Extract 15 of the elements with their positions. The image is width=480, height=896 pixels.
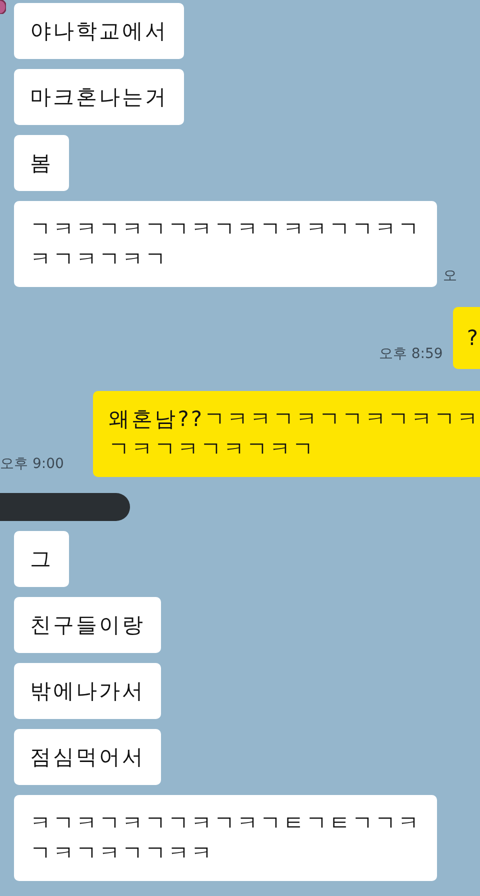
message-bubble: 봄 xyxy=(14,135,69,191)
message-bubble: 야나학교에서 xyxy=(14,3,184,59)
message-bubble: 친구들이랑 xyxy=(14,597,161,653)
message-bubble: 왜혼남??ㄱㅋㅋㄱㅋㄱㄱㅋㄱㅋㄱㅋ ㄱㅋㄱㅋㄱㅋㄱㅋㄱ xyxy=(92,391,480,477)
timestamp: 오 xyxy=(443,267,457,285)
timestamp: 오후 9:00 xyxy=(0,455,64,473)
message-bubble: ㄱㅋㅋㄱㅋㄱㄱㅋㄱㅋㄱㅋㅋㄱㄱㅋㄱ ㅋㄱㅋㄱㅋㄱ xyxy=(14,201,437,287)
message-bubble: 마크혼나는거 xyxy=(14,69,184,125)
message-bubble: ? xyxy=(452,307,480,369)
timestamp: 오후 8:59 xyxy=(378,345,443,363)
message-bubble: ㅋㄱㅋㄱㅋㄱㄱㅋㄱㅋㄱㅌㄱㅌㄱㄱㅋ ㄱㅋㄱㅋㄱㄱㅋㅋ xyxy=(14,795,437,881)
message-bubble: 점심먹어서 xyxy=(14,729,161,785)
message-bubble: 그 xyxy=(14,531,69,587)
message-bubble: 밖에나가서 xyxy=(14,663,161,719)
avatar-edge-icon xyxy=(0,0,6,14)
